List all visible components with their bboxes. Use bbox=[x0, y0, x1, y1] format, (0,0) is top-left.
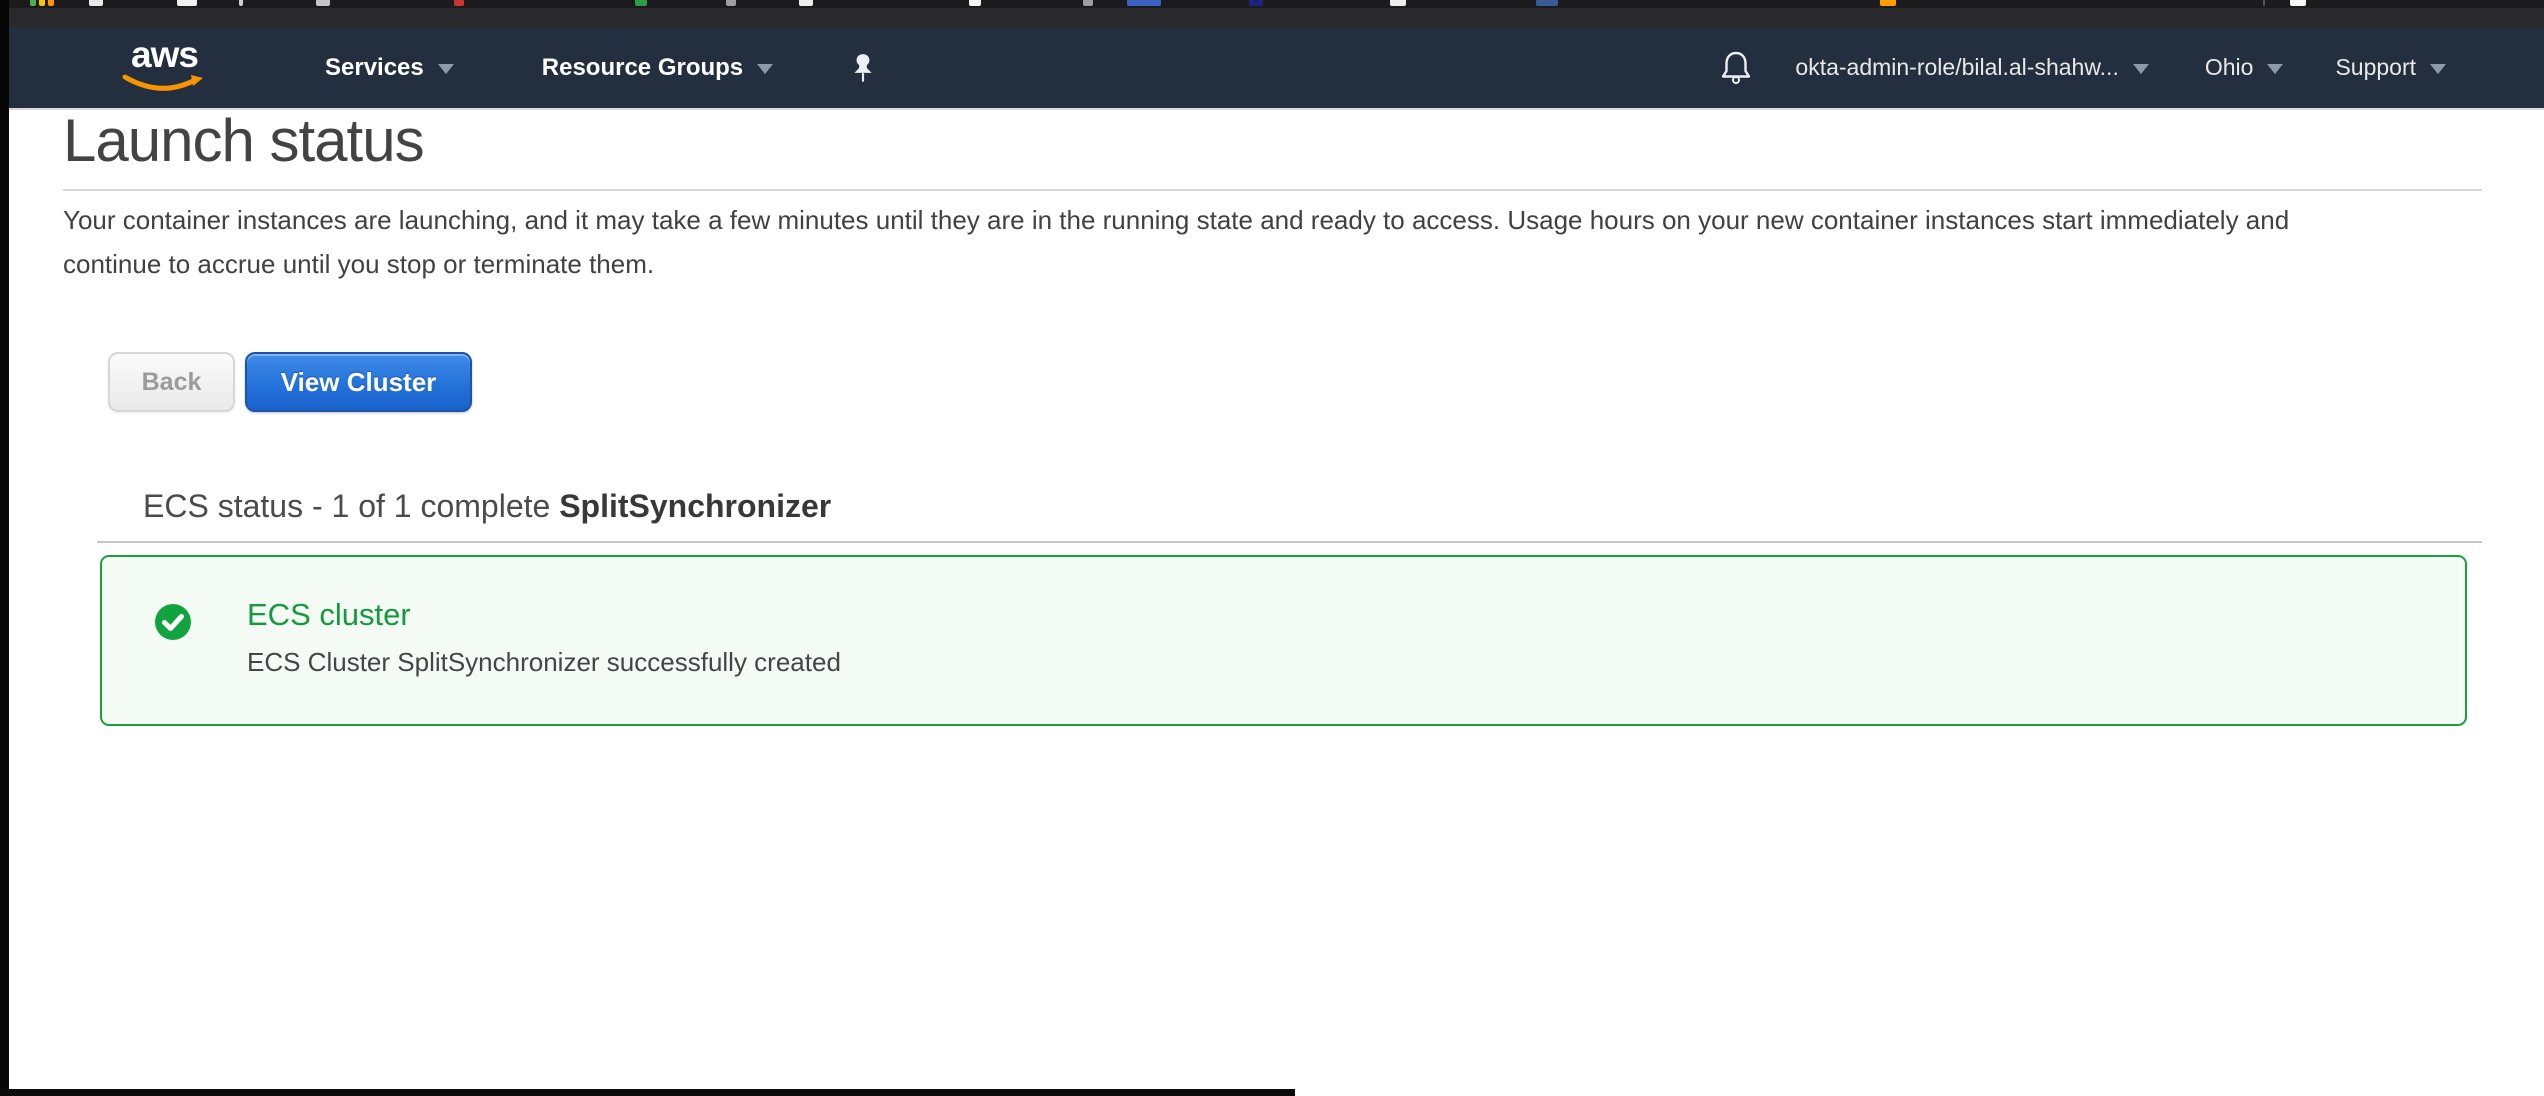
menu-icon-blue bbox=[1536, 0, 1558, 6]
ecs-status-cluster-name: SplitSynchronizer bbox=[559, 488, 831, 524]
menu-icon-darkblue bbox=[1249, 0, 1263, 6]
macos-menubar-icons-row bbox=[0, 0, 2544, 8]
menu-icon-red bbox=[454, 0, 464, 6]
menu-icon bbox=[239, 0, 243, 6]
chevron-down-icon bbox=[757, 64, 773, 74]
menu-icon bbox=[316, 0, 330, 6]
nav-region-label: Ohio bbox=[2205, 54, 2254, 81]
chevron-down-icon bbox=[2133, 64, 2149, 74]
nav-resource-groups-menu[interactable]: Resource Groups bbox=[542, 54, 773, 82]
ecs-cluster-success-card: ECS cluster ECS Cluster SplitSynchronize… bbox=[100, 555, 2467, 726]
nav-region-menu[interactable]: Ohio bbox=[2205, 54, 2284, 81]
nav-notifications-button[interactable] bbox=[1719, 50, 1753, 86]
aws-smile-icon bbox=[121, 74, 207, 100]
menu-icon bbox=[2290, 0, 2306, 6]
menu-divider bbox=[2263, 0, 2265, 6]
menu-icon-green bbox=[635, 0, 647, 6]
menu-icon bbox=[1083, 0, 1093, 6]
nav-pin-shortcut-button[interactable] bbox=[849, 53, 877, 83]
success-check-wrap bbox=[154, 603, 192, 641]
nav-services-label: Services bbox=[325, 54, 424, 82]
nav-resource-groups-label: Resource Groups bbox=[542, 54, 743, 82]
aws-console-page: aws Services Resource Groups bbox=[0, 0, 2544, 1096]
ecs-status-divider bbox=[97, 541, 2482, 543]
view-cluster-button[interactable]: View Cluster bbox=[245, 352, 472, 412]
chevron-down-icon bbox=[438, 64, 454, 74]
app-dot-green bbox=[30, 0, 36, 6]
chevron-down-icon bbox=[2430, 64, 2446, 74]
success-card-title: ECS cluster bbox=[247, 597, 411, 633]
menu-icon bbox=[799, 0, 813, 6]
back-button[interactable]: Back bbox=[108, 352, 235, 412]
title-divider bbox=[63, 189, 2482, 191]
success-card-message: ECS Cluster SplitSynchronizer successful… bbox=[247, 647, 841, 678]
window-left-edge bbox=[0, 0, 9, 1096]
aws-nav-bar: aws Services Resource Groups bbox=[9, 27, 2544, 110]
menu-icon bbox=[969, 0, 981, 6]
launch-description-line1: Your container instances are launching, … bbox=[63, 205, 2289, 236]
menu-icon bbox=[89, 0, 103, 6]
app-dot-yellow bbox=[39, 0, 45, 6]
nav-support-label: Support bbox=[2335, 54, 2416, 81]
chevron-down-icon bbox=[2267, 64, 2283, 74]
menu-icon bbox=[726, 0, 736, 6]
app-dot-orange bbox=[48, 0, 54, 6]
menu-icon-blue bbox=[1127, 0, 1161, 6]
nav-user-label: okta-admin-role/bilal.al-shahw... bbox=[1795, 54, 2118, 81]
page-title: Launch status bbox=[63, 106, 424, 175]
macos-menubar-strip bbox=[0, 0, 2544, 27]
check-circle-icon bbox=[154, 603, 192, 641]
nav-support-menu[interactable]: Support bbox=[2335, 54, 2446, 81]
ecs-status-heading: ECS status - 1 of 1 complete SplitSynchr… bbox=[143, 488, 831, 525]
aws-logo[interactable]: aws bbox=[121, 38, 207, 98]
menu-icon-orange bbox=[1880, 0, 1896, 6]
pin-icon bbox=[849, 53, 877, 83]
window-bottom-edge bbox=[0, 1089, 1295, 1096]
aws-logo-text: aws bbox=[131, 34, 198, 76]
menu-icon bbox=[1390, 0, 1406, 6]
ecs-status-heading-prefix: ECS status - 1 of 1 complete bbox=[143, 488, 559, 524]
nav-services-menu[interactable]: Services bbox=[325, 54, 454, 82]
nav-user-menu[interactable]: okta-admin-role/bilal.al-shahw... bbox=[1795, 54, 2148, 81]
launch-description-line2: continue to accrue until you stop or ter… bbox=[63, 249, 654, 280]
menu-icon bbox=[177, 0, 197, 6]
bell-icon bbox=[1719, 50, 1753, 86]
